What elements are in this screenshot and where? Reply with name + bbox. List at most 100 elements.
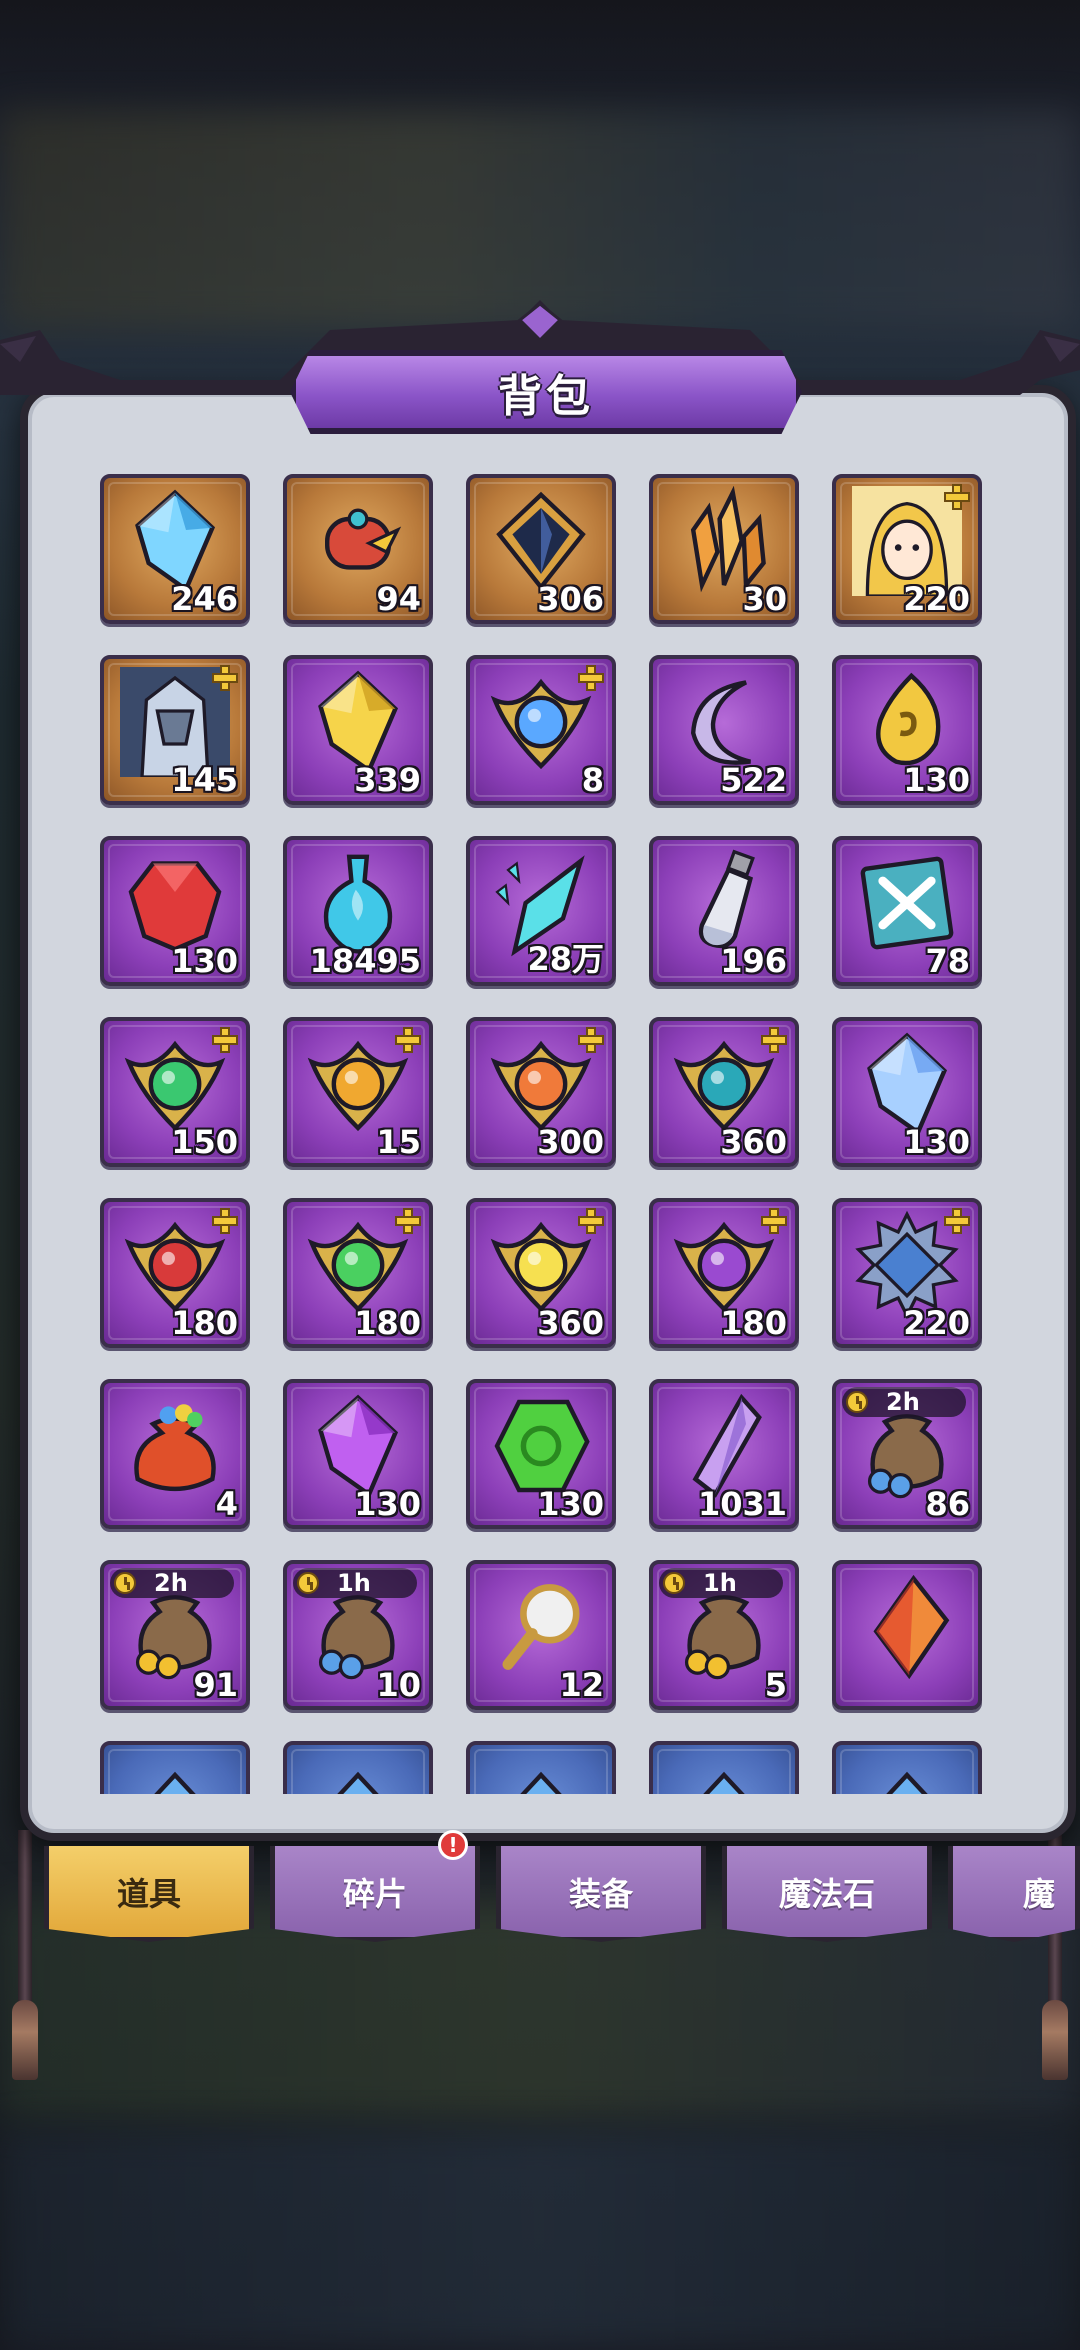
item-count: 145: [171, 761, 238, 799]
item-count: 18495: [309, 942, 421, 980]
inventory-slot[interactable]: 246: [100, 474, 250, 624]
item-count: 220: [903, 580, 970, 618]
item-count: 360: [720, 1123, 787, 1161]
inventory-slot[interactable]: 1h 5: [649, 1560, 799, 1710]
upgrade-plus-icon: [578, 1208, 604, 1234]
inventory-slot[interactable]: 18495: [283, 836, 433, 986]
blue-item-icon: [120, 1753, 230, 1794]
inventory-slot[interactable]: 28万: [466, 836, 616, 986]
inventory-slot[interactable]: 130: [832, 1017, 982, 1167]
timer-label: 2h: [886, 1388, 920, 1416]
inventory-slot[interactable]: 1031: [649, 1379, 799, 1529]
tab-3[interactable]: 魔法石: [722, 1846, 932, 1942]
inventory-slot[interactable]: 220: [832, 1198, 982, 1348]
item-count: 1031: [697, 1485, 787, 1523]
inventory-slot[interactable]: 180: [649, 1198, 799, 1348]
item-count: 130: [537, 1485, 604, 1523]
inventory-slot[interactable]: [832, 1741, 982, 1794]
inventory-slot[interactable]: 30: [649, 474, 799, 624]
inventory-slot[interactable]: 522: [649, 655, 799, 805]
upgrade-plus-icon: [944, 1208, 970, 1234]
blue-item-icon: [303, 1753, 413, 1794]
item-count: 8: [581, 761, 604, 799]
inventory-slot[interactable]: 360: [649, 1017, 799, 1167]
item-count: 5: [764, 1666, 787, 1704]
inventory-slot[interactable]: 1h 10: [283, 1560, 433, 1710]
upgrade-plus-icon: [212, 665, 238, 691]
tab-0[interactable]: 道具: [44, 1846, 254, 1942]
item-count: 180: [171, 1304, 238, 1342]
tab-1[interactable]: 碎片: [270, 1846, 480, 1942]
upgrade-plus-icon: [578, 665, 604, 691]
item-count: 91: [193, 1666, 238, 1704]
inventory-slot[interactable]: 339: [283, 655, 433, 805]
inventory-slot[interactable]: 130: [283, 1379, 433, 1529]
upgrade-plus-icon: [761, 1027, 787, 1053]
blue-item-icon: [669, 1753, 779, 1794]
item-count: 306: [537, 580, 604, 618]
tab-label: 碎片: [342, 1874, 407, 1913]
upgrade-plus-icon: [395, 1027, 421, 1053]
item-count: 130: [171, 942, 238, 980]
inventory-slot[interactable]: 130: [100, 836, 250, 986]
tab-label: 装备: [568, 1874, 633, 1913]
item-count: 130: [903, 1123, 970, 1161]
inventory-slot[interactable]: 150: [100, 1017, 250, 1167]
timer-badge: 1h: [293, 1568, 417, 1598]
inventory-slot[interactable]: 306: [466, 474, 616, 624]
orange-crystal-icon: [852, 1572, 962, 1686]
inventory-slot[interactable]: [100, 1741, 250, 1794]
item-count: 220: [903, 1304, 970, 1342]
inventory-slot[interactable]: 145: [100, 655, 250, 805]
tab-2[interactable]: 装备: [496, 1846, 706, 1942]
inventory-slot[interactable]: 130: [466, 1379, 616, 1529]
tab-bar: 道具 碎片 装备 魔法石 魔: [0, 1846, 1080, 1946]
inventory-slot[interactable]: 300: [466, 1017, 616, 1167]
inventory-slot[interactable]: [466, 1741, 616, 1794]
item-count: 12: [559, 1666, 604, 1704]
timer-label: 1h: [337, 1569, 371, 1597]
inventory-slot[interactable]: 2h 86: [832, 1379, 982, 1529]
inventory-slot[interactable]: 12: [466, 1560, 616, 1710]
upgrade-plus-icon: [212, 1027, 238, 1053]
item-count: 150: [171, 1123, 238, 1161]
blue-item-icon: [486, 1753, 596, 1794]
inventory-slot[interactable]: 8: [466, 655, 616, 805]
treasure-sack-icon: [120, 1391, 230, 1505]
inventory-slot[interactable]: 196: [649, 836, 799, 986]
item-count: 339: [354, 761, 421, 799]
inventory-slot[interactable]: 4: [100, 1379, 250, 1529]
inventory-slot[interactable]: [283, 1741, 433, 1794]
inventory-slot[interactable]: 2h 91: [100, 1560, 250, 1710]
item-count: 15: [376, 1123, 421, 1161]
item-count: 180: [720, 1304, 787, 1342]
item-count: 10: [376, 1666, 421, 1704]
inventory-slot[interactable]: 220: [832, 474, 982, 624]
notification-badge: !: [438, 1830, 468, 1860]
inventory-slot[interactable]: [649, 1741, 799, 1794]
inventory-slot[interactable]: 180: [283, 1198, 433, 1348]
tassel-left: [12, 2000, 38, 2080]
item-count: 130: [903, 761, 970, 799]
tab-label: 魔法石: [778, 1874, 875, 1913]
item-count: 360: [537, 1304, 604, 1342]
item-count: 86: [925, 1485, 970, 1523]
inventory-slot[interactable]: 94: [283, 474, 433, 624]
item-count: 246: [171, 580, 238, 618]
inventory-slot[interactable]: [832, 1560, 982, 1710]
tab-label: 魔: [1023, 1874, 1056, 1913]
inventory-slot[interactable]: 180: [100, 1198, 250, 1348]
clock-icon: [114, 1572, 136, 1594]
tab-label: 道具: [116, 1874, 181, 1913]
title-plate: 背包: [290, 350, 802, 434]
inventory-slot[interactable]: 78: [832, 836, 982, 986]
inventory-slot[interactable]: 360: [466, 1198, 616, 1348]
inventory-slot[interactable]: 130: [832, 655, 982, 805]
item-grid[interactable]: 246 94 306 30 220 145 339 8 522 130 130 18495 28万 196…: [100, 474, 984, 1794]
tab-4[interactable]: 魔: [948, 1846, 1080, 1942]
inventory-slot[interactable]: 15: [283, 1017, 433, 1167]
item-count: 94: [376, 580, 421, 618]
clock-icon: [297, 1572, 319, 1594]
timer-label: 1h: [703, 1569, 737, 1597]
item-count: 30: [742, 580, 787, 618]
